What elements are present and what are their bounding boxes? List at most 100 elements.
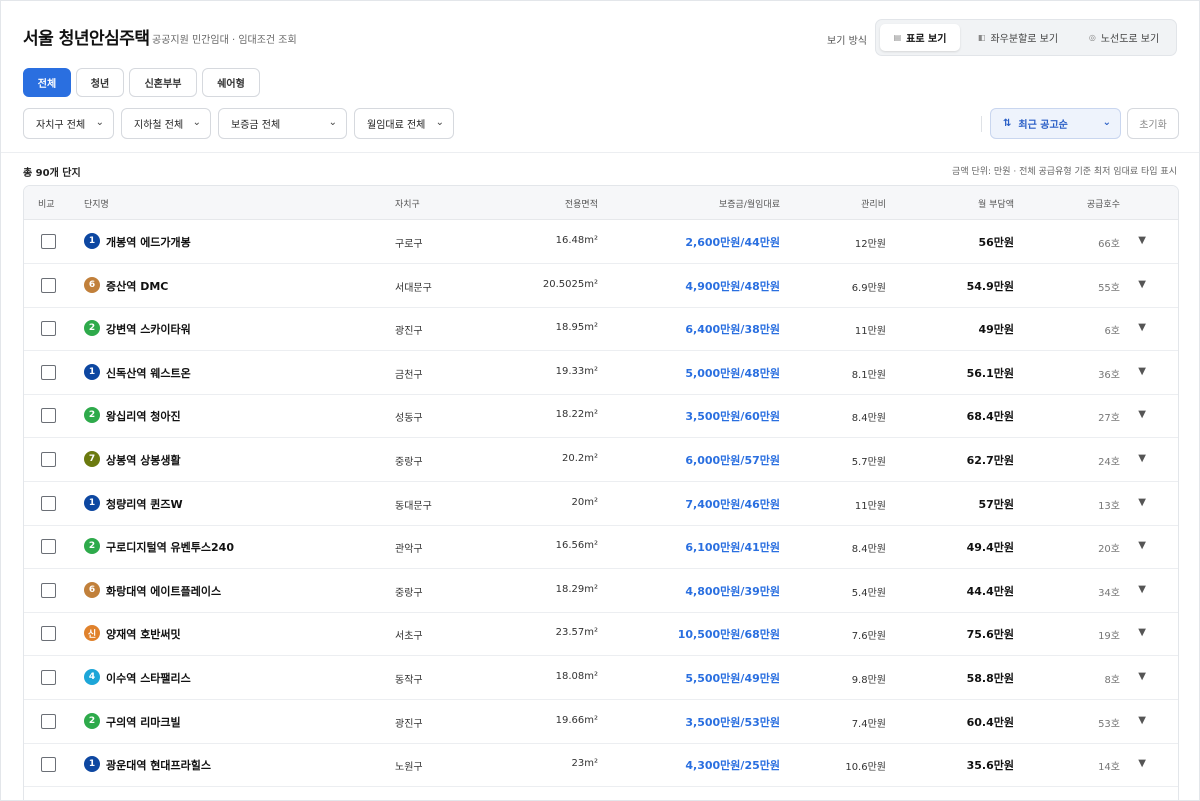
chevron-down-icon: ⌄: [328, 117, 337, 128]
table-row[interactable]: 2 구로디지털역 유벤투스240 관악구 16.56m² 6,100만원/41만원 8.4…: [24, 525, 1178, 570]
deposit-select[interactable]: 보증금 전체 ⌄: [218, 108, 347, 139]
deposit-select-value: 보증금 전체: [231, 120, 281, 131]
complex-name[interactable]: 강변역 스카이타워: [106, 321, 191, 337]
complex-name[interactable]: 광운대역 현대프라힐스: [106, 757, 211, 773]
subway-line-badge: 4: [84, 669, 100, 685]
table-row[interactable]: 1 신독산역 웨스트온 금천구 19.33m² 5,000만원/48만원 8.1만원 56.…: [24, 351, 1178, 395]
mgmt-fee-cell: 8.1만원: [851, 369, 886, 381]
price-cell: 6,400만원/38만원: [685, 323, 780, 337]
compare-checkbox[interactable]: [41, 670, 56, 685]
price-cell: 2,600만원/44만원: [685, 236, 780, 249]
compare-checkbox[interactable]: [41, 582, 56, 598]
monthly-burden-cell: 57만원: [978, 497, 1014, 511]
subway-line-badge: 1: [84, 233, 100, 249]
view-map-button[interactable]: ◎ 노선도로 보기: [1074, 24, 1174, 51]
complex-name[interactable]: 신독산역 웨스트온: [106, 365, 191, 381]
rent-select[interactable]: 월임대료 전체 ⌄: [354, 108, 454, 139]
compare-checkbox[interactable]: [41, 364, 56, 380]
area-cell: 19.66m²: [555, 714, 598, 726]
header-mgmt: 관리비: [861, 200, 886, 210]
compare-checkbox[interactable]: [41, 757, 56, 773]
view-mode-label: 보기 방식: [827, 36, 867, 47]
expand-row-icon[interactable]: ▼: [1138, 584, 1146, 595]
table-row[interactable]: 2 구의역 리마크빌 광진구 19.66m² 3,500만원/53만원 7.4만원 60.4…: [24, 700, 1178, 744]
compare-checkbox[interactable]: [41, 539, 56, 555]
complex-name[interactable]: 증산역 DMC: [106, 278, 168, 294]
expand-row-icon[interactable]: ▼: [1138, 366, 1146, 377]
tab-youth[interactable]: 청년: [76, 68, 124, 97]
compare-checkbox[interactable]: [41, 234, 56, 249]
district-select[interactable]: 자치구 전체 ⌄: [23, 108, 114, 139]
chevron-down-icon: ⌄: [435, 117, 444, 128]
district-cell: 구로구: [395, 239, 423, 250]
compare-checkbox[interactable]: [41, 626, 56, 642]
price-cell: 3,500만원/60만원: [685, 410, 780, 424]
table-row[interactable]: 1 개봉역 에드가개봉 구로구 16.48m² 2,600만원/44만원 12만원 56만원…: [24, 220, 1178, 264]
expand-row-icon[interactable]: ▼: [1138, 279, 1146, 290]
table-header: 비교 단지명 자치구 전용면적 보증금/월임대료 관리비 월 부담액 공급호수: [24, 186, 1178, 220]
subway-line-badge: 2: [84, 712, 100, 729]
mgmt-fee-cell: 9.8만원: [851, 675, 886, 686]
expand-row-icon[interactable]: ▼: [1138, 758, 1146, 769]
complex-name[interactable]: 이수역 스타팰리스: [106, 670, 191, 686]
mgmt-fee-cell: 10.6만원: [845, 762, 886, 774]
area-cell: 18.22m²: [555, 409, 598, 421]
complex-name[interactable]: 왕십리역 청아진: [106, 408, 181, 424]
units-cell: 27호: [1098, 413, 1120, 425]
compare-checkbox[interactable]: [41, 452, 56, 467]
sort-select[interactable]: ⇅ 최근 공고순 ⌄: [990, 108, 1121, 139]
tab-all[interactable]: 전체: [23, 68, 71, 97]
subway-line-badge: 2: [84, 407, 100, 424]
rent-select-value: 월임대료 전체: [367, 120, 426, 131]
table-row[interactable]: 1 청량리역 퀸즈W 동대문구 20m² 7,400만원/46만원 11만원 57만원 13호…: [24, 482, 1178, 526]
table-row[interactable]: 신 양재역 호반써밋 서초구 23.57m² 10,500만원/68만원 7.6만원 75.…: [24, 612, 1178, 657]
complex-name[interactable]: 상봉역 상봉생활: [106, 452, 181, 468]
expand-row-icon[interactable]: ▼: [1138, 235, 1146, 246]
compare-checkbox[interactable]: [41, 495, 56, 511]
compare-checkbox[interactable]: [41, 713, 56, 729]
expand-row-icon[interactable]: ▼: [1138, 322, 1146, 333]
price-cell: 5,500만원/49만원: [685, 672, 780, 685]
compare-checkbox[interactable]: [41, 277, 56, 293]
units-cell: 6호: [1104, 326, 1120, 338]
complex-name[interactable]: 청량리역 퀸즈W: [106, 496, 183, 512]
expand-row-icon[interactable]: ▼: [1138, 627, 1146, 638]
table-row[interactable]: 6 증산역 DMC 서대문구 20.5025m² 4,900만원/48만원 6.9만원 54…: [24, 264, 1178, 308]
reset-button[interactable]: 초기화: [1127, 108, 1179, 139]
table-icon: ▤: [893, 33, 902, 42]
section-divider: [1, 152, 1199, 153]
complex-name[interactable]: 구로디지털역 유벤투스240: [106, 539, 234, 555]
compare-checkbox[interactable]: [41, 408, 56, 424]
toolbar-divider: [981, 116, 982, 132]
complex-name[interactable]: 개봉역 에드가개봉: [106, 234, 191, 250]
compare-checkbox[interactable]: [41, 321, 56, 337]
units-cell: 20호: [1098, 544, 1120, 556]
monthly-burden-cell: 60.4만원: [966, 715, 1014, 729]
mgmt-fee-cell: 5.7만원: [851, 457, 886, 468]
expand-row-icon[interactable]: ▼: [1138, 409, 1146, 420]
expand-row-icon[interactable]: ▼: [1138, 671, 1146, 682]
table-row[interactable]: 6 화랑대역 에이트플레이스 중랑구 18.29m² 4,800만원/39만원 5.4만원…: [24, 569, 1178, 613]
view-table-button[interactable]: ▤ 표로 보기: [880, 24, 960, 51]
table-row[interactable]: 7 상봉역 상봉생활 중랑구 20.2m² 6,000만원/57만원 5.7만원 62.7만…: [24, 438, 1178, 482]
mgmt-fee-cell: 8.4만원: [851, 544, 886, 556]
view-split-button[interactable]: ◧ 좌우분할로 보기: [964, 24, 1072, 51]
subway-select[interactable]: 지하철 전체 ⌄: [121, 108, 211, 139]
complex-name[interactable]: 화랑대역 에이트플레이스: [106, 583, 221, 599]
header-units: 공급호수: [1086, 200, 1120, 210]
expand-row-icon[interactable]: ▼: [1138, 715, 1146, 726]
tab-share[interactable]: 쉐어형: [202, 68, 260, 97]
tab-newlywed[interactable]: 신혼부부: [129, 68, 197, 97]
complex-name[interactable]: 양재역 호반써밋: [106, 626, 181, 642]
header-burden: 월 부담액: [978, 200, 1014, 210]
table-row[interactable]: 2 왕십리역 청아진 성동구 18.22m² 3,500만원/60만원 8.4만원 68.4…: [24, 394, 1178, 439]
table-row[interactable]: 2 강변역 스카이타워 광진구 18.95m² 6,400만원/38만원 11만원 49만원…: [24, 307, 1178, 352]
district-cell: 성동구: [395, 413, 423, 425]
table-row[interactable]: 4 이수역 스타팰리스 동작구 18.08m² 5,500만원/49만원 9.8만원 58.…: [24, 656, 1178, 700]
expand-row-icon[interactable]: ▼: [1138, 453, 1146, 464]
expand-row-icon[interactable]: ▼: [1138, 540, 1146, 551]
complex-name[interactable]: 구의역 리마크빌: [106, 714, 181, 730]
expand-row-icon[interactable]: ▼: [1138, 497, 1146, 508]
district-cell: 동대문구: [395, 500, 432, 512]
table-row[interactable]: 1 광운대역 현대프라힐스 노원구 23m² 4,300만원/25만원 10.6만원 35.…: [24, 743, 1178, 788]
